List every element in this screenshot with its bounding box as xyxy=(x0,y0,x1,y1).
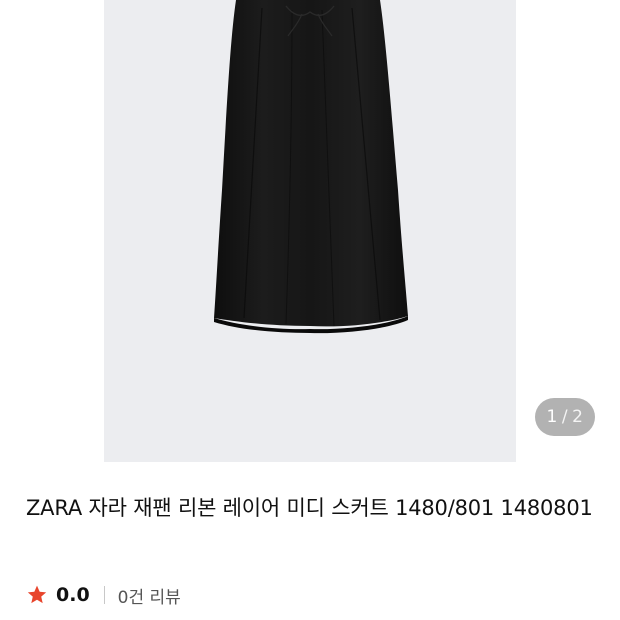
pager-total: 2 xyxy=(572,407,584,427)
pager-current: 1 xyxy=(546,407,558,427)
review-count-link[interactable]: 0건 리뷰 xyxy=(118,583,181,608)
product-image-gallery[interactable]: 1 / 2 xyxy=(0,0,620,462)
image-pager-badge: 1 / 2 xyxy=(535,398,595,436)
product-title: ZARA 자라 재팬 리본 레이어 미디 스커트 1480/801 148080… xyxy=(26,496,593,520)
rating-score: 0.0 xyxy=(56,584,90,606)
star-icon xyxy=(27,585,47,604)
pager-separator: / xyxy=(561,407,569,427)
product-photo-skirt xyxy=(214,0,408,334)
rating-divider xyxy=(103,586,105,604)
rating-summary[interactable]: 0.0 0건 리뷰 xyxy=(26,580,181,610)
